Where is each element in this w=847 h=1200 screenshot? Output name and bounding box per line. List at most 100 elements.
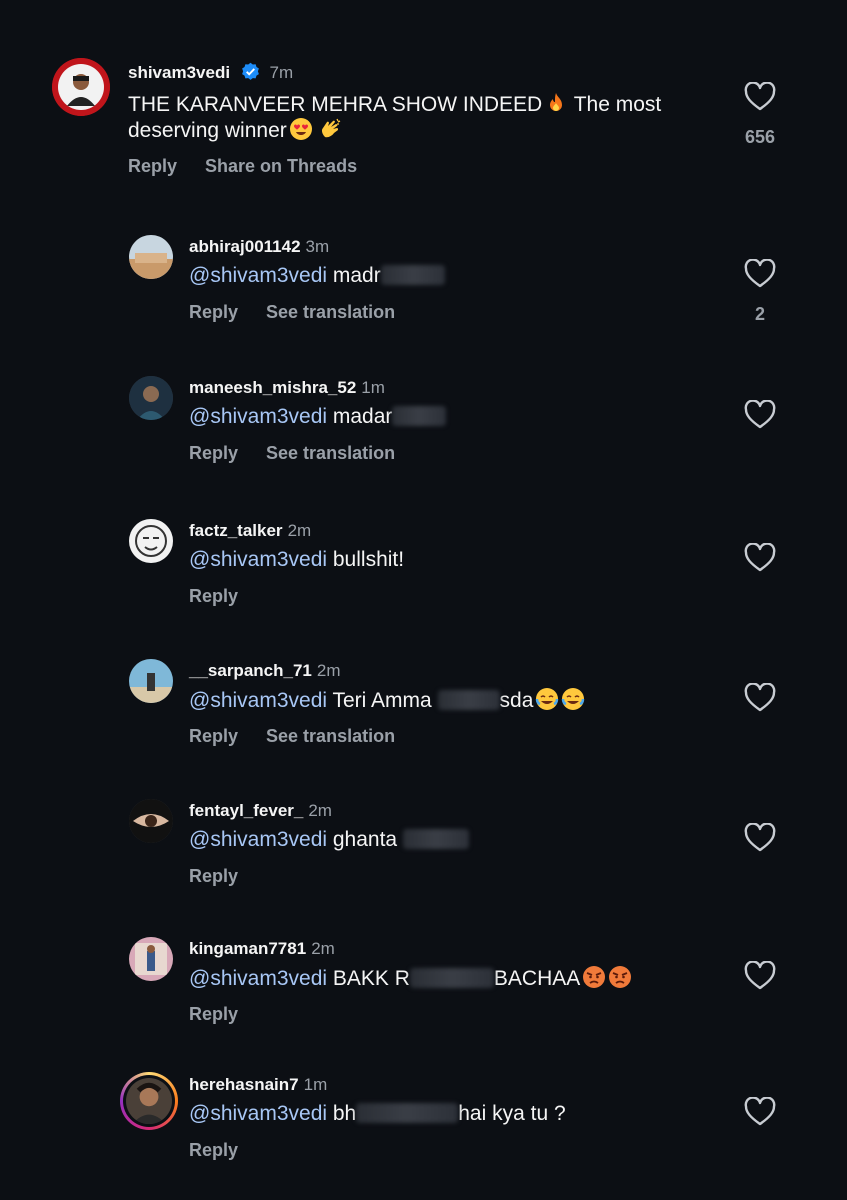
tears-of-joy-emoji xyxy=(536,688,559,710)
heart-outline-icon[interactable] xyxy=(744,259,776,289)
blurred-text xyxy=(356,1103,459,1123)
comment-header: herehasnain7 1m xyxy=(189,1075,327,1095)
comment-text-content: bullshit! xyxy=(327,548,405,571)
username[interactable]: shivam3vedi xyxy=(128,63,230,82)
fire-emoji xyxy=(550,93,563,111)
comment-text-after: hai kya tu ? xyxy=(458,1102,566,1125)
comment-text-line2: deserving winner xyxy=(128,117,343,144)
comment-text: THE KARANVEER MEHRA SHOW INDEED The most xyxy=(128,91,661,118)
heart-outline-icon[interactable] xyxy=(744,400,776,430)
comment-actions: Reply xyxy=(189,1004,266,1025)
comment-actions: Reply Share on Threads xyxy=(128,156,385,177)
timestamp: 2m xyxy=(287,521,312,540)
see-translation-button[interactable]: See translation xyxy=(266,443,395,463)
heart-outline-icon[interactable] xyxy=(744,961,776,991)
comment-header: shivam3vedi 7m xyxy=(128,62,293,83)
comment-text-content: bh xyxy=(327,1102,357,1125)
avatar-story-ring[interactable] xyxy=(120,1072,178,1130)
heart-outline-icon[interactable] xyxy=(744,683,776,713)
reply-button[interactable]: Reply xyxy=(189,726,238,746)
comment-text-content: Teri Amma xyxy=(327,689,438,712)
username[interactable]: factz_talker xyxy=(189,521,283,540)
avatar[interactable] xyxy=(129,659,173,703)
avatar-image xyxy=(126,1078,172,1124)
avatar[interactable] xyxy=(129,799,173,843)
username[interactable]: fentayl_fever_ xyxy=(189,801,303,820)
blurred-text xyxy=(437,690,500,710)
comment-text: @shivam3vedi ghanta xyxy=(189,827,469,853)
timestamp: 2m xyxy=(316,661,341,680)
heart-outline-icon[interactable] xyxy=(744,82,776,112)
blurred-text xyxy=(392,406,447,426)
comment-text: @shivam3vedi bh hai kya tu ? xyxy=(189,1101,566,1127)
timestamp: 1m xyxy=(303,1075,328,1094)
avatar-image xyxy=(129,799,173,843)
reply-button[interactable]: Reply xyxy=(189,1140,238,1160)
username[interactable]: herehasnain7 xyxy=(189,1075,299,1094)
comment-actions: Reply xyxy=(189,586,266,607)
share-on-threads-button[interactable]: Share on Threads xyxy=(205,156,357,176)
comment-text-line1: THE KARANVEER MEHRA SHOW INDEED xyxy=(128,93,543,116)
avatar-image xyxy=(129,376,173,420)
reply-button[interactable]: Reply xyxy=(189,1004,238,1024)
comment-text-rest: The most xyxy=(568,93,662,116)
comment-text-content: BAKK R xyxy=(327,967,410,990)
comment-actions: Reply xyxy=(189,1140,266,1161)
reply-button[interactable]: Reply xyxy=(189,443,238,463)
username[interactable]: maneesh_mishra_52 xyxy=(189,378,356,397)
comment-header: factz_talker 2m xyxy=(189,521,311,541)
comment-text-content: madar xyxy=(327,405,393,428)
comment-actions: Reply xyxy=(189,866,266,887)
mention-link[interactable]: @shivam3vedi xyxy=(189,1102,327,1125)
mention-link[interactable]: @shivam3vedi xyxy=(189,689,327,712)
heart-eyes-emoji xyxy=(289,118,312,140)
avatar-image xyxy=(129,519,173,563)
comment-text: @shivam3vedi madr xyxy=(189,263,445,289)
mention-link[interactable]: @shivam3vedi xyxy=(189,264,327,287)
clapping-hands-emoji xyxy=(321,118,341,138)
username[interactable]: __sarpanch_71 xyxy=(189,661,312,680)
comment-actions: Reply See translation xyxy=(189,443,423,464)
mention-link[interactable]: @shivam3vedi xyxy=(189,405,327,428)
avatar xyxy=(123,1075,175,1127)
reply-button[interactable]: Reply xyxy=(189,866,238,886)
timestamp: 1m xyxy=(361,378,385,397)
mention-link[interactable]: @shivam3vedi xyxy=(189,548,327,571)
comment-header: kingaman7781 2m xyxy=(189,939,335,959)
tears-of-joy-emoji xyxy=(562,688,585,710)
timestamp: 3m xyxy=(305,237,330,256)
mention-link[interactable]: @shivam3vedi xyxy=(189,828,327,851)
comment-text-content: ghanta xyxy=(327,828,403,851)
angry-face-emoji xyxy=(583,966,606,988)
avatar[interactable] xyxy=(52,58,110,116)
mention-link[interactable]: @shivam3vedi xyxy=(189,967,327,990)
comment-text-content: madr xyxy=(327,264,381,287)
timestamp: 2m xyxy=(311,939,335,958)
comment-text-line2-text: deserving winner xyxy=(128,119,287,142)
avatar-image xyxy=(129,235,173,279)
heart-outline-icon[interactable] xyxy=(744,823,776,853)
comment-header: maneesh_mishra_52 1m xyxy=(189,378,385,398)
comment-text: @shivam3vedi madar xyxy=(189,404,447,430)
reply-button[interactable]: Reply xyxy=(128,156,177,176)
avatar[interactable] xyxy=(129,937,173,981)
username[interactable]: kingaman7781 xyxy=(189,939,306,958)
blurred-text xyxy=(402,829,469,849)
heart-outline-icon[interactable] xyxy=(744,543,776,573)
comment-actions: Reply See translation xyxy=(189,726,423,747)
see-translation-button[interactable]: See translation xyxy=(266,302,395,322)
like-count: 2 xyxy=(754,304,765,324)
see-translation-button[interactable]: See translation xyxy=(266,726,395,746)
comment-text-after: sda xyxy=(499,689,534,712)
comment-text: @shivam3vedi Teri Amma sda xyxy=(189,687,585,714)
blurred-text xyxy=(409,968,494,988)
heart-outline-icon[interactable] xyxy=(744,1097,776,1127)
avatar[interactable] xyxy=(129,235,173,279)
username[interactable]: abhiraj001142 xyxy=(189,237,301,256)
reply-button[interactable]: Reply xyxy=(189,586,238,606)
avatar[interactable] xyxy=(129,376,173,420)
comment-actions: Reply See translation xyxy=(189,302,423,323)
reply-button[interactable]: Reply xyxy=(189,302,238,322)
avatar[interactable] xyxy=(129,519,173,563)
like-count: 656 xyxy=(744,127,776,147)
